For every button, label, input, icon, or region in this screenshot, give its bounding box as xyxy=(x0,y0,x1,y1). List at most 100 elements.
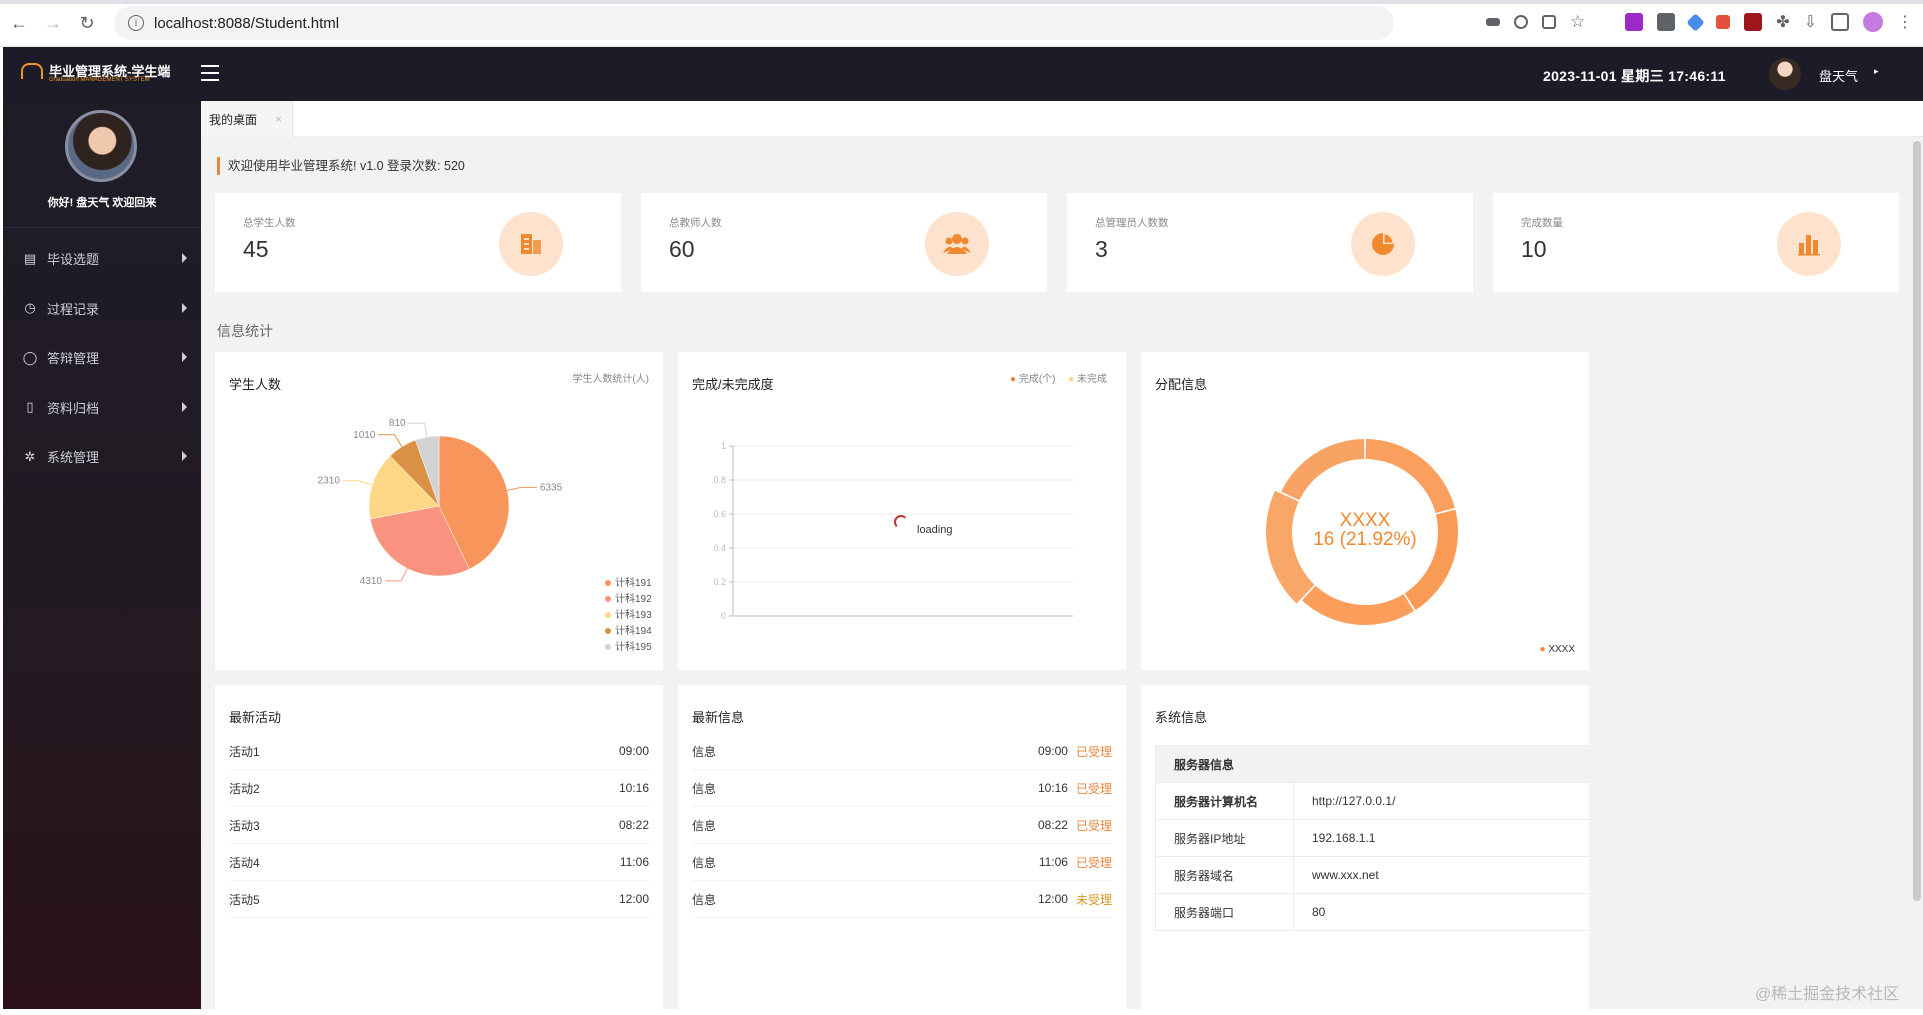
activity-time: 09:00 xyxy=(618,744,649,758)
news-name: 信息 xyxy=(692,781,717,796)
panel-news: 最新信息 信息 09:00 已受理 信息 10:16 已受理 信息 08:22 已受理 信息… xyxy=(678,685,1126,1015)
list-item[interactable]: 信息 09:00 已受理 xyxy=(692,733,1112,770)
sidebar: 你好! 盘天气 欢迎回来 ▤ 毕设选题 ◷ 过程记录 ◯ 答辩管理 ▯ 资料归档 xyxy=(3,101,201,1009)
table-header: 服务器信息 xyxy=(1155,745,1589,783)
legend-marker xyxy=(605,580,611,586)
list-item[interactable]: 活动5 12:00 xyxy=(229,881,649,918)
file-icon: ▯ xyxy=(26,399,34,415)
extension-icons: ☆ ✤ ⇩ ⋮ xyxy=(1485,12,1913,32)
legend-label: 计科192 xyxy=(615,592,652,605)
sidebar-item-topic[interactable]: ▤ 毕设选题 xyxy=(3,234,201,284)
stat-label: 总管理员人数数 xyxy=(1095,217,1169,229)
user-avatar[interactable] xyxy=(1769,58,1801,90)
news-time: 08:22 xyxy=(1037,818,1068,832)
pie-label-line xyxy=(342,480,373,486)
zoom-icon[interactable] xyxy=(1513,15,1528,29)
legend-item-xxxx[interactable]: ● XXXX xyxy=(1539,644,1575,655)
panel-title: 最新信息 xyxy=(692,710,745,725)
activity-time: 11:06 xyxy=(619,855,649,869)
sidebar-item-defense[interactable]: ◯ 答辩管理 xyxy=(3,333,201,383)
row-value: www.xxx.net xyxy=(1293,856,1589,894)
legend-marker xyxy=(605,628,611,634)
news-time: 12:00 xyxy=(1037,892,1068,906)
info-icon[interactable]: i xyxy=(128,15,144,31)
url-text: localhost:8088/Student.html xyxy=(154,14,340,32)
sidepanel-icon[interactable] xyxy=(1831,13,1849,31)
menu-toggle-icon[interactable] xyxy=(201,65,219,81)
activity-name: 活动2 xyxy=(229,781,260,796)
stat-label: 总教师人数 xyxy=(669,217,722,229)
close-icon[interactable]: × xyxy=(275,112,282,126)
table-row: 服务器计算机名 http://127.0.0.1/ xyxy=(1155,782,1589,820)
donut-segment xyxy=(1281,439,1365,501)
users-icon xyxy=(925,212,989,276)
sidebar-item-label: 答辩管理 xyxy=(47,351,100,367)
news-name: 信息 xyxy=(692,744,717,759)
building-icon xyxy=(499,212,563,276)
scrollbar[interactable] xyxy=(1913,141,1921,901)
legend-label: 计科193 xyxy=(615,608,652,621)
tab-desktop[interactable]: 我的桌面 × xyxy=(201,101,293,137)
pie-icon xyxy=(1351,212,1415,276)
row-value: 80 xyxy=(1293,893,1589,931)
list-item[interactable]: 活动4 11:06 xyxy=(229,844,649,881)
list-item[interactable]: 信息 12:00 未受理 xyxy=(692,881,1112,918)
address-bar[interactable]: i localhost:8088/Student.html xyxy=(114,6,1394,40)
table-row: 服务器端口 80 xyxy=(1155,893,1589,931)
activity-time: 12:00 xyxy=(618,892,649,906)
student-pie-chart: 6335 4310 2310 1010 810 计科191 计科192 计科193 计科194 计… xyxy=(318,418,652,653)
star-icon[interactable]: ☆ xyxy=(1570,12,1585,32)
stat-value: 45 xyxy=(243,236,269,262)
download-icon[interactable]: ⇩ xyxy=(1804,12,1817,32)
key-icon[interactable] xyxy=(1485,18,1500,26)
sidebar-item-process[interactable]: ◷ 过程记录 xyxy=(3,284,201,334)
profile-icon[interactable] xyxy=(1863,12,1883,32)
server-info-table: 服务器信息 服务器计算机名 http://127.0.0.1/ 服务器IP地址 19… xyxy=(1155,745,1589,931)
activity-name: 活动5 xyxy=(229,892,260,907)
extension-translate-icon[interactable] xyxy=(1686,12,1705,32)
sidebar-item-system[interactable]: ✲ 系统管理 xyxy=(3,432,201,482)
forward-button[interactable]: → xyxy=(38,8,68,38)
extension-window-icon[interactable] xyxy=(1657,13,1676,31)
stat-label: 完成数量 xyxy=(1521,217,1563,229)
caret-right-icon xyxy=(182,352,187,362)
pie-data-label: 810 xyxy=(389,418,406,429)
logo-icon xyxy=(21,62,43,79)
list-item[interactable]: 活动2 10:16 xyxy=(229,770,649,807)
sidebar-menu: ▤ 毕设选题 ◷ 过程记录 ◯ 答辩管理 ▯ 资料归档 ✲ 系统管理 xyxy=(3,234,201,482)
pie-data-label: 4310 xyxy=(360,576,383,587)
extension-rp-icon[interactable] xyxy=(1625,13,1644,31)
logo[interactable]: 毕业管理系统-学生端 Graduation MANAGEMENT SYSTEM xyxy=(21,61,170,83)
legend-label: 计科194 xyxy=(615,624,652,637)
list-item[interactable]: 信息 11:06 已受理 xyxy=(692,844,1112,881)
caret-right-icon[interactable]: ▸ xyxy=(1874,66,1879,77)
circle-icon: ◯ xyxy=(22,349,38,365)
list-item[interactable]: 活动1 09:00 xyxy=(229,733,649,770)
user-name[interactable]: 盘天气 xyxy=(1819,66,1858,85)
list-item[interactable]: 信息 10:16 已受理 xyxy=(692,770,1112,807)
back-button[interactable]: ← xyxy=(4,8,34,38)
caret-right-icon xyxy=(182,401,187,412)
status-badge: 已受理 xyxy=(1075,818,1112,833)
stat-value: 3 xyxy=(1095,236,1108,262)
share-icon[interactable] xyxy=(1541,15,1556,29)
extension-shield-icon[interactable] xyxy=(1744,13,1763,31)
greeting: 你好! 盘天气 欢迎回来 xyxy=(47,197,157,209)
stat-value: 60 xyxy=(669,236,695,262)
more-icon[interactable]: ⋮ xyxy=(1897,12,1913,32)
panel-student-count: 学生人数 学生人数统计(人) 6335 4310 2310 1010 810 计科191 计… xyxy=(215,352,663,670)
sidebar-item-archive[interactable]: ▯ 资料归档 xyxy=(3,383,201,433)
extension-red-icon[interactable] xyxy=(1716,15,1731,29)
y-tick-label: 0.6 xyxy=(713,509,726,519)
news-name: 信息 xyxy=(692,818,717,833)
reload-button[interactable]: ↻ xyxy=(72,8,102,38)
list-item[interactable]: 信息 08:22 已受理 xyxy=(692,807,1112,844)
tabs-bar: 我的桌面 × xyxy=(201,101,1923,137)
sidebar-item-label: 毕设选题 xyxy=(47,252,100,268)
news-time: 10:16 xyxy=(1037,781,1068,795)
row-value: 192.168.1.1 xyxy=(1293,819,1589,857)
puzzle-icon[interactable]: ✤ xyxy=(1776,12,1789,32)
status-badge: 已受理 xyxy=(1075,781,1112,796)
bar-chart-icon xyxy=(1777,212,1841,276)
list-item[interactable]: 活动3 08:22 xyxy=(229,807,649,844)
